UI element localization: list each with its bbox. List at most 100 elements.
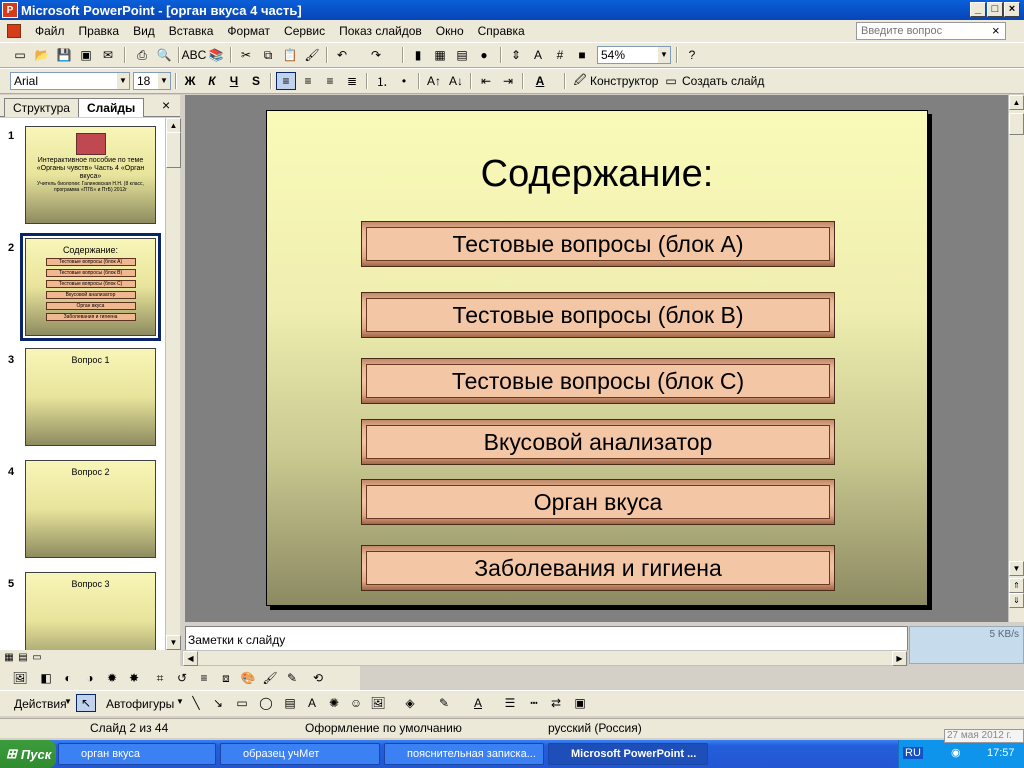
sorter-view-icon[interactable]: ▤ bbox=[16, 650, 30, 664]
font-select[interactable]: Arial ▼ bbox=[10, 72, 130, 90]
grid-icon[interactable]: # bbox=[550, 46, 570, 64]
editor-scroll-up-icon[interactable]: ▲ bbox=[1009, 95, 1024, 110]
task-folder-sample[interactable]: образец учМет bbox=[220, 743, 380, 765]
slide-thumbnail-3[interactable]: Вопрос 1 bbox=[25, 348, 156, 446]
copy-icon[interactable]: ⧉ bbox=[258, 46, 278, 64]
clipart-icon[interactable]: ● bbox=[474, 46, 494, 64]
task-word-doc[interactable]: пояснительная записка... bbox=[384, 743, 544, 765]
3d-icon[interactable]: ▣ bbox=[570, 694, 590, 712]
normal-view-icon[interactable]: ▦ bbox=[2, 650, 16, 664]
shadow-button[interactable]: S bbox=[246, 72, 266, 90]
menu-window[interactable]: Окно bbox=[429, 24, 471, 38]
prev-slide-icon[interactable]: ⇑ bbox=[1009, 578, 1024, 593]
line-icon[interactable]: ╲ bbox=[186, 694, 206, 712]
editor-scrollbar[interactable]: ▲ ▼ ⇑ ⇓ bbox=[1008, 95, 1024, 622]
increase-font-icon[interactable]: A↑ bbox=[424, 72, 444, 90]
print-icon[interactable]: ⎙ bbox=[132, 46, 152, 64]
tables-borders-icon[interactable]: ▤ bbox=[452, 46, 472, 64]
recolor-icon[interactable]: 🎨 bbox=[238, 669, 258, 687]
menu-insert[interactable]: Вставка bbox=[162, 24, 221, 38]
arrow-style-icon[interactable]: ⇄ bbox=[546, 694, 566, 712]
bold-button[interactable]: Ж bbox=[180, 72, 200, 90]
crop-icon[interactable]: ⌗ bbox=[150, 669, 170, 687]
editor-scroll-thumb[interactable] bbox=[1009, 113, 1024, 135]
format-picture-icon[interactable]: 🖌 bbox=[260, 669, 280, 687]
line-weight-icon[interactable]: ☰ bbox=[500, 694, 520, 712]
close-document-icon[interactable]: × bbox=[992, 23, 1000, 38]
task-folder-organ[interactable]: орган вкуса bbox=[58, 743, 216, 765]
thumbnail-scrollbar[interactable]: ▲ ▼ bbox=[165, 118, 181, 650]
spelling-icon[interactable]: ABC bbox=[182, 46, 207, 64]
redo-icon[interactable]: ↷ bbox=[366, 46, 386, 64]
line-style-icon[interactable]: ≡ bbox=[194, 669, 214, 687]
undo-icon[interactable]: ↶ bbox=[332, 46, 352, 64]
maximize-button[interactable]: □ bbox=[987, 2, 1003, 17]
table-icon[interactable]: ▦ bbox=[430, 46, 450, 64]
close-button[interactable]: × bbox=[1004, 2, 1020, 17]
numbering-icon[interactable]: ⒈ bbox=[372, 72, 392, 90]
font-size-select[interactable]: 18 ▼ bbox=[133, 72, 171, 90]
expand-icon[interactable]: ⇕ bbox=[506, 46, 526, 64]
select-pointer-icon[interactable]: ↖ bbox=[76, 694, 96, 712]
align-left-icon[interactable]: ≡ bbox=[276, 72, 296, 90]
research-icon[interactable]: 📚 bbox=[206, 46, 226, 64]
font-color-icon[interactable]: A bbox=[530, 72, 550, 90]
textbox-icon[interactable]: ▤ bbox=[280, 694, 300, 712]
color-grayscale-icon[interactable]: ■ bbox=[572, 46, 592, 64]
cut-icon[interactable]: ✂ bbox=[236, 46, 256, 64]
editor-scroll-down-icon[interactable]: ▼ bbox=[1009, 561, 1024, 576]
show-formatting-icon[interactable]: A bbox=[528, 46, 548, 64]
menu-format[interactable]: Формат bbox=[220, 24, 277, 38]
help-search-input[interactable] bbox=[856, 22, 1006, 40]
more-contrast-icon[interactable]: ◐ bbox=[58, 669, 78, 687]
save-icon[interactable]: 💾 bbox=[54, 46, 74, 64]
document-icon[interactable] bbox=[0, 21, 28, 41]
slide-canvas[interactable]: Содержание: Тестовые вопросы (блок А) Те… bbox=[266, 110, 928, 606]
clock[interactable]: 17:57 bbox=[987, 747, 1015, 759]
scroll-thumb[interactable] bbox=[166, 132, 181, 168]
dash-style-icon[interactable]: ┅ bbox=[524, 694, 544, 712]
start-button[interactable]: ⊞ Пуск bbox=[0, 740, 56, 768]
new-slide-button[interactable]: Создать слайд bbox=[682, 74, 764, 88]
slideshow-view-icon[interactable]: ▭ bbox=[30, 650, 44, 664]
wordart-icon[interactable]: A bbox=[302, 694, 322, 712]
actions-menu[interactable]: Действия bbox=[14, 697, 67, 711]
designer-button[interactable]: Конструктор bbox=[590, 74, 658, 88]
open-icon[interactable]: 📂 bbox=[32, 46, 52, 64]
align-right-icon[interactable]: ≡ bbox=[320, 72, 340, 90]
scroll-down-icon[interactable]: ▼ bbox=[166, 635, 181, 650]
text-color-icon[interactable]: A bbox=[468, 694, 488, 712]
help-icon[interactable]: ? bbox=[682, 46, 702, 64]
language-indicator[interactable]: RU bbox=[903, 747, 923, 759]
clipart-insert-icon[interactable]: ☺ bbox=[346, 694, 366, 712]
arrow-icon[interactable]: ↘ bbox=[208, 694, 228, 712]
justify-icon[interactable]: ≣ bbox=[342, 72, 362, 90]
slide-thumbnail-4[interactable]: Вопрос 2 bbox=[25, 460, 156, 558]
underline-button[interactable]: Ч bbox=[224, 72, 244, 90]
decrease-font-icon[interactable]: A↓ bbox=[446, 72, 466, 90]
menu-view[interactable]: Вид bbox=[126, 24, 162, 38]
preview-icon[interactable]: 🔍 bbox=[154, 46, 174, 64]
fill-color-icon[interactable]: ◈ bbox=[400, 694, 420, 712]
next-slide-icon[interactable]: ⇓ bbox=[1009, 593, 1024, 608]
new-slide-icon[interactable]: ▭ bbox=[661, 72, 681, 90]
increase-indent-icon[interactable]: ⇥ bbox=[498, 72, 518, 90]
task-powerpoint[interactable]: Microsoft PowerPoint ... bbox=[548, 743, 708, 765]
minimize-button[interactable]: _ bbox=[970, 2, 986, 17]
slide-button-analyzer[interactable]: Вкусовой анализатор bbox=[361, 419, 835, 465]
line-color-icon[interactable]: ✎ bbox=[434, 694, 454, 712]
slide-button-block-c[interactable]: Тестовые вопросы (блок С) bbox=[361, 358, 835, 404]
menu-edit[interactable]: Правка bbox=[72, 24, 127, 38]
email-icon[interactable]: ✉ bbox=[98, 46, 118, 64]
slide-thumbnail-1[interactable]: Интерактивное пособие по теме «Органы чу… bbox=[25, 126, 156, 224]
picture-insert-icon[interactable]: 🖼 bbox=[368, 694, 388, 712]
slide-button-block-a[interactable]: Тестовые вопросы (блок А) bbox=[361, 221, 835, 267]
chart-icon[interactable]: ▮ bbox=[408, 46, 428, 64]
slide-button-block-b[interactable]: Тестовые вопросы (блок В) bbox=[361, 292, 835, 338]
designer-icon[interactable]: 🖉 bbox=[570, 72, 590, 90]
powerpoint-icon[interactable]: P bbox=[2, 2, 18, 18]
autoshapes-menu[interactable]: Автофигуры bbox=[106, 697, 174, 711]
tab-outline[interactable]: Структура bbox=[4, 98, 79, 117]
menu-help[interactable]: Справка bbox=[471, 24, 532, 38]
slide-button-diseases[interactable]: Заболевания и гигиена bbox=[361, 545, 835, 591]
